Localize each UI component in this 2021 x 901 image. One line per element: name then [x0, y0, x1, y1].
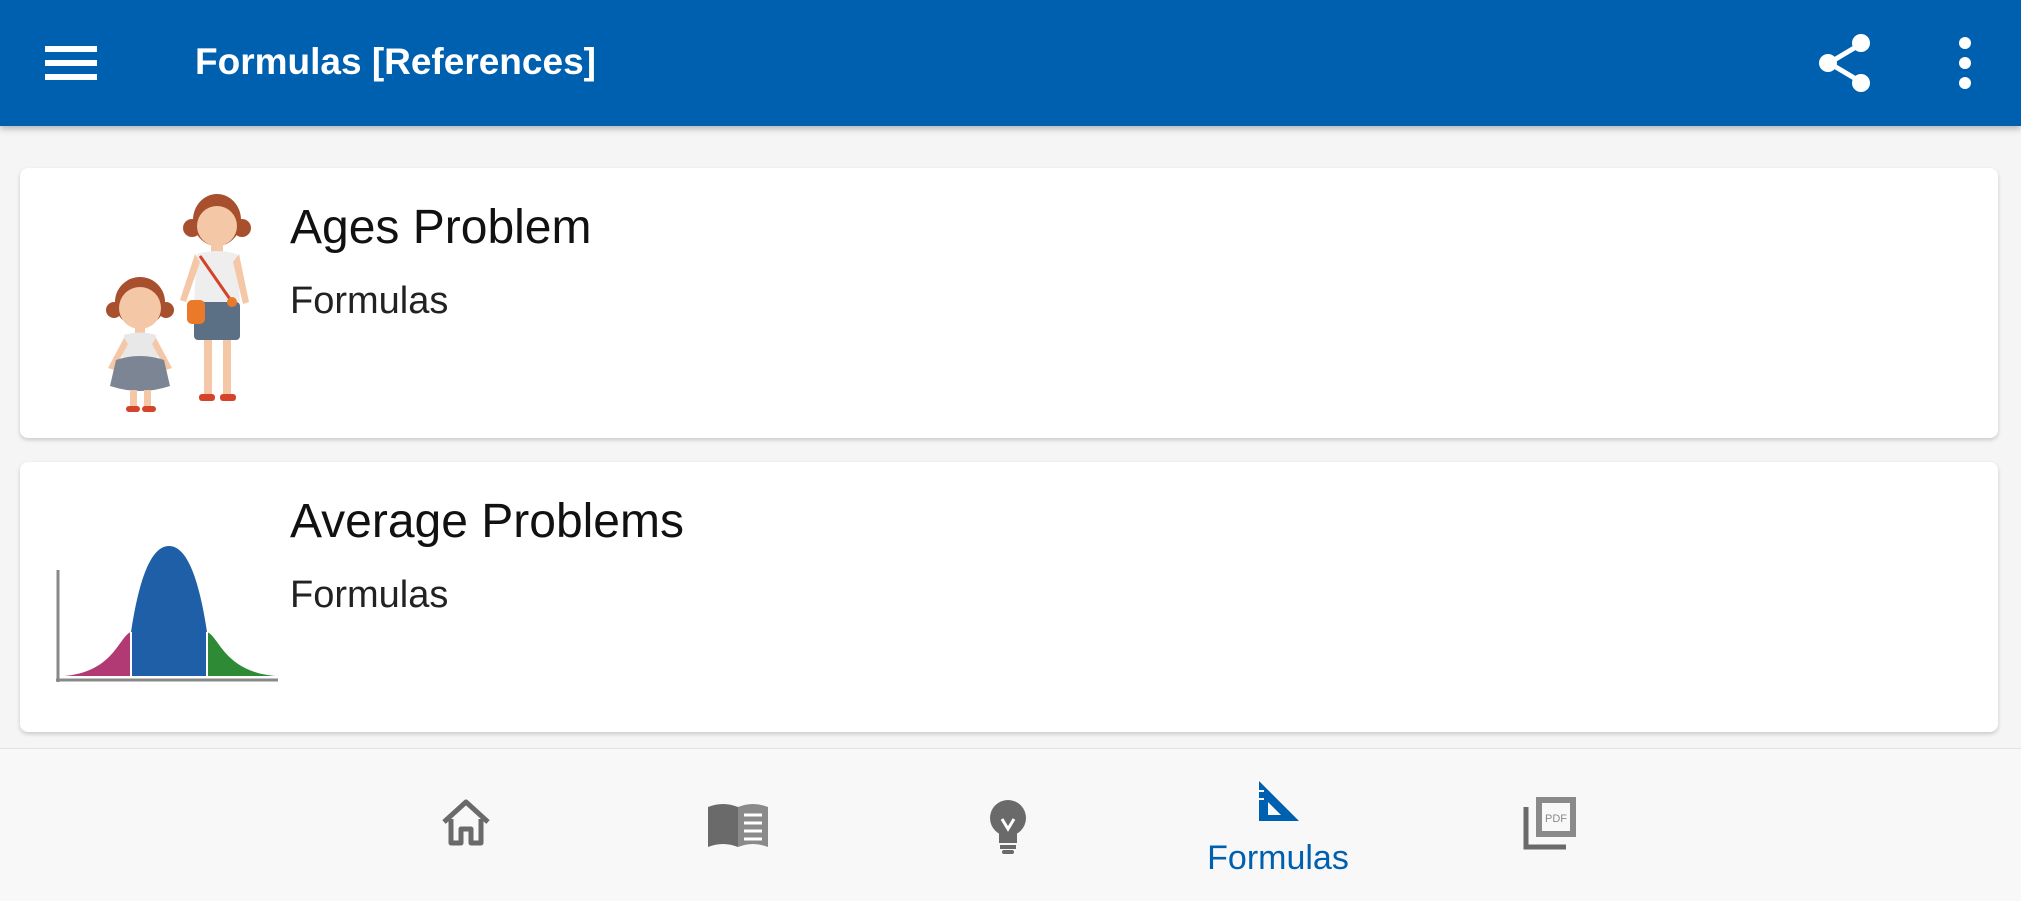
two-girls-illustration — [44, 190, 284, 420]
nav-formulas[interactable]: Formulas — [1178, 749, 1378, 901]
book-icon — [705, 801, 771, 849]
nav-pdf[interactable]: PDF — [1450, 749, 1650, 901]
list-item-ages-problem[interactable]: Ages Problem Formulas — [20, 168, 1998, 438]
nav-label-formulas: Formulas — [1207, 839, 1349, 877]
app-bar: Formulas [References] — [0, 0, 2021, 126]
more-vert-icon — [1959, 37, 1971, 89]
svg-text:PDF: PDF — [1545, 813, 1567, 825]
more-options-button[interactable] — [1930, 22, 2000, 104]
card-title: Average Problems — [290, 495, 684, 548]
list-item-average-problems[interactable]: Average Problems Formulas — [20, 462, 1998, 732]
formula-list: Ages Problem Formulas Average Problems F… — [0, 126, 2021, 748]
home-icon — [439, 797, 493, 847]
bell-curve-chart — [44, 484, 284, 714]
share-icon — [1819, 34, 1870, 92]
pdf-icon: PDF — [1520, 793, 1580, 853]
nav-book[interactable] — [638, 749, 838, 901]
lightbulb-icon — [986, 799, 1030, 855]
card-title: Ages Problem — [290, 201, 592, 254]
nav-home[interactable] — [366, 749, 566, 901]
bottom-navigation: Formulas PDF — [0, 748, 2021, 901]
menu-button[interactable] — [26, 18, 116, 108]
share-button[interactable] — [1800, 22, 1890, 104]
page-title: Formulas [References] — [195, 41, 596, 82]
card-subtitle: Formulas — [290, 280, 449, 322]
nav-tips[interactable] — [908, 749, 1108, 901]
hamburger-menu-icon — [45, 46, 97, 80]
card-subtitle: Formulas — [290, 574, 449, 616]
triangle-ruler-icon — [1255, 779, 1301, 825]
